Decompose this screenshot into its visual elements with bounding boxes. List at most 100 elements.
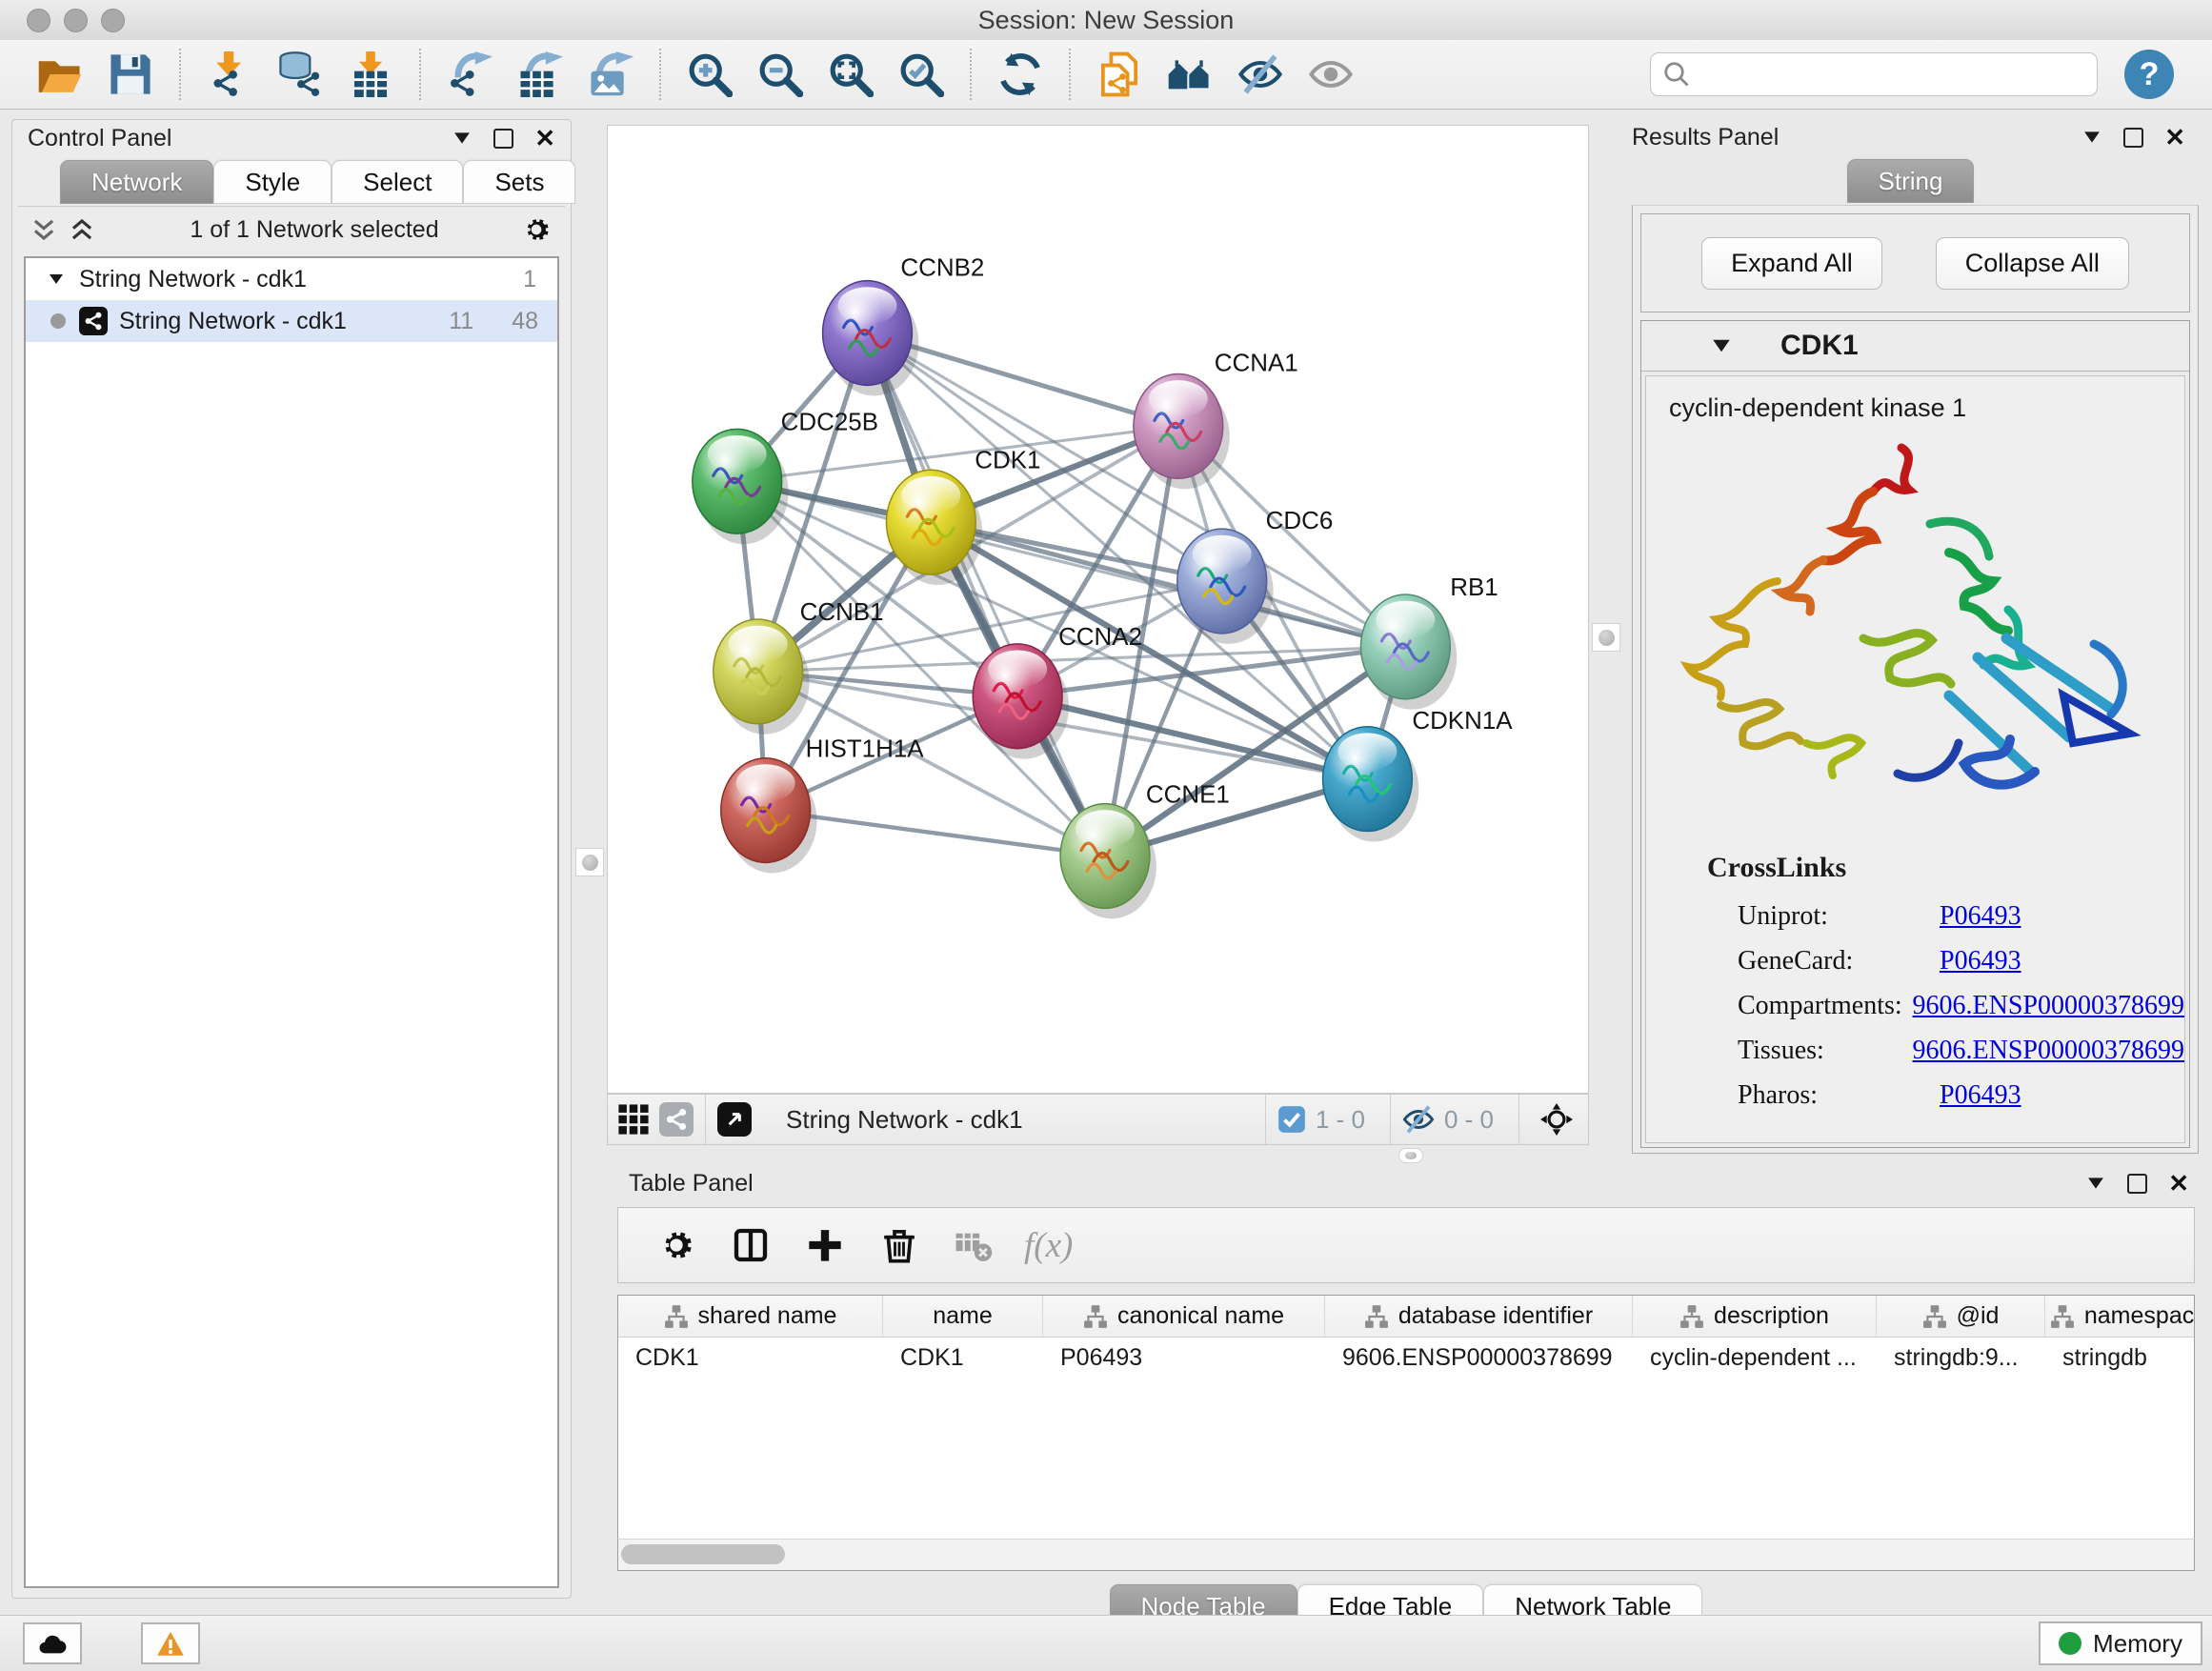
network-node-CDC25B[interactable]: CDC25B [693, 409, 878, 544]
network-options-gear-icon[interactable] [521, 214, 552, 245]
network-share-icon[interactable] [659, 1102, 694, 1137]
scrollbar-thumb[interactable] [621, 1544, 785, 1564]
column-header-sharedname[interactable]: shared name [618, 1296, 883, 1337]
vertical-splitter-handle[interactable] [1592, 623, 1620, 652]
hide-selected-icon[interactable] [1236, 50, 1285, 99]
memory-button[interactable]: Memory [2039, 1621, 2202, 1665]
column-header-namespace[interactable]: namespace [2045, 1296, 2195, 1337]
network-node-CCNE1[interactable]: CCNE1 [1060, 782, 1230, 919]
table-cell[interactable]: CDK1 [883, 1344, 1043, 1372]
network-node-CDKN1A[interactable]: CDKN1A [1323, 708, 1514, 842]
table-cell[interactable]: CDK1 [618, 1344, 883, 1372]
equation-builder-icon[interactable]: f(x) [1024, 1225, 1073, 1266]
panel-close-icon[interactable]: ✕ [2164, 125, 2185, 150]
panel-menu-icon[interactable] [2081, 129, 2102, 146]
collapse-all-button[interactable]: Collapse All [1936, 237, 2129, 290]
expand-all-networks-icon[interactable] [70, 217, 94, 242]
export-table-icon[interactable] [515, 50, 565, 99]
column-header-id[interactable]: @id [1877, 1296, 2045, 1337]
collapse-all-networks-icon[interactable] [31, 217, 56, 242]
section-collapse-triangle-icon[interactable] [1710, 336, 1733, 355]
panel-menu-icon[interactable] [452, 130, 473, 147]
table-row[interactable]: CDK1CDK1P064939606.ENSP00000378699cyclin… [618, 1338, 2194, 1378]
crosslink-value-link[interactable]: P06493 [1940, 1080, 2021, 1111]
save-session-icon[interactable] [106, 50, 155, 99]
warnings-button[interactable] [141, 1622, 200, 1664]
main-toolbar: ? [0, 40, 2212, 110]
panel-float-icon[interactable] [493, 129, 513, 149]
table-cell[interactable]: 9606.ENSP00000378699 [1325, 1344, 1633, 1372]
expand-all-button[interactable]: Expand All [1701, 237, 1882, 290]
zoom-selected-icon[interactable] [896, 50, 946, 99]
tab-string[interactable]: String [1847, 159, 1975, 203]
horizontal-splitter-handle[interactable] [1398, 1148, 1423, 1163]
birds-eye-crosshair-icon[interactable] [1538, 1101, 1575, 1137]
detach-view-icon[interactable] [717, 1102, 752, 1137]
delete-table-icon[interactable] [953, 1224, 995, 1266]
column-header-description[interactable]: description [1633, 1296, 1877, 1337]
panel-float-icon[interactable] [2127, 1174, 2147, 1194]
create-column-icon[interactable] [804, 1224, 846, 1266]
table-horizontal-scrollbar[interactable] [617, 1539, 2195, 1571]
tab-network[interactable]: Network [60, 160, 213, 204]
export-network-icon[interactable] [445, 50, 494, 99]
node-details-body: cyclin-dependent kinase 1 [1645, 375, 2185, 1143]
import-network-icon[interactable] [205, 50, 254, 99]
column-header-databaseidentifier[interactable]: database identifier [1325, 1296, 1633, 1337]
tab-sets[interactable]: Sets [463, 160, 575, 204]
node-details-header[interactable]: CDK1 [1641, 321, 2189, 372]
zoom-fit-icon[interactable] [826, 50, 875, 99]
tree-expand-triangle-icon[interactable] [47, 272, 66, 287]
hidden-eye-slash-icon[interactable] [1402, 1103, 1435, 1136]
open-session-icon[interactable] [35, 50, 85, 99]
table-cell[interactable]: stringdb [2045, 1344, 2195, 1372]
tab-select[interactable]: Select [332, 160, 463, 204]
selected-checkbox-icon[interactable] [1277, 1105, 1306, 1134]
table-cell[interactable]: cyclin-dependent ... [1633, 1344, 1877, 1372]
cloud-status-button[interactable] [23, 1622, 82, 1664]
network-canvas[interactable]: CCNB2CCNA1CDC25BCDK1CDC6RB1CCNB1CCNA2CDK… [607, 125, 1589, 1094]
panel-float-icon[interactable] [2123, 128, 2143, 148]
control-panel-tabs: NetworkStyleSelectSets [60, 160, 571, 204]
search-input[interactable] [1699, 60, 2085, 90]
table-cell[interactable]: P06493 [1043, 1344, 1325, 1372]
panel-close-icon[interactable]: ✕ [534, 126, 555, 151]
table-cell[interactable]: stringdb:9... [1877, 1344, 2045, 1372]
export-image-icon[interactable] [586, 50, 635, 99]
import-database-icon[interactable] [275, 50, 325, 99]
apply-layout-icon[interactable] [995, 50, 1045, 99]
vertical-splitter-handle[interactable] [575, 848, 604, 876]
network-edge-CCNB2-CCNE1[interactable] [867, 333, 1105, 856]
network-node-RB1[interactable]: RB1 [1360, 574, 1498, 710]
network-node-HIST1H1A[interactable]: HIST1H1A [721, 736, 924, 874]
panel-menu-icon[interactable] [2085, 1175, 2106, 1192]
protein-structure-image [1663, 429, 2168, 829]
table-options-gear-icon[interactable] [655, 1224, 697, 1266]
column-header-canonicalname[interactable]: canonical name [1043, 1296, 1325, 1337]
show-column-icon[interactable] [730, 1224, 772, 1266]
zoom-out-icon[interactable] [755, 50, 805, 99]
column-header-name[interactable]: name [883, 1296, 1043, 1337]
first-neighbors-icon[interactable] [1165, 50, 1215, 99]
panel-close-icon[interactable]: ✕ [2168, 1171, 2189, 1196]
help-button[interactable]: ? [2124, 50, 2174, 99]
new-network-from-selection-icon[interactable] [1095, 50, 1144, 99]
import-table-icon[interactable] [346, 50, 395, 99]
zoom-in-icon[interactable] [685, 50, 734, 99]
crosslink-value-link[interactable]: P06493 [1940, 901, 2021, 932]
node-description: cyclin-dependent kinase 1 [1669, 393, 2184, 423]
cloud-icon [38, 1630, 67, 1657]
crosslink-value-link[interactable]: 9606.ENSP00000378699 [1913, 1036, 2184, 1066]
network-node-CCNB2[interactable]: CCNB2 [823, 255, 985, 396]
show-hidden-icon[interactable] [1306, 50, 1356, 99]
tab-style[interactable]: Style [213, 160, 332, 204]
crosslink-value-link[interactable]: P06493 [1940, 946, 2021, 976]
grid-view-icon[interactable] [615, 1101, 652, 1137]
crosslink-row: GeneCard:P06493 [1646, 938, 2184, 983]
network-row[interactable]: String Network - cdk11148 [26, 300, 557, 342]
delete-column-icon[interactable] [878, 1224, 920, 1266]
network-node-CCNA1[interactable]: CCNA1 [1134, 350, 1298, 489]
crosslink-label: Tissues: [1738, 1036, 1913, 1066]
network-collection-row[interactable]: String Network - cdk11 [26, 258, 557, 300]
crosslink-value-link[interactable]: 9606.ENSP00000378699 [1913, 991, 2184, 1021]
